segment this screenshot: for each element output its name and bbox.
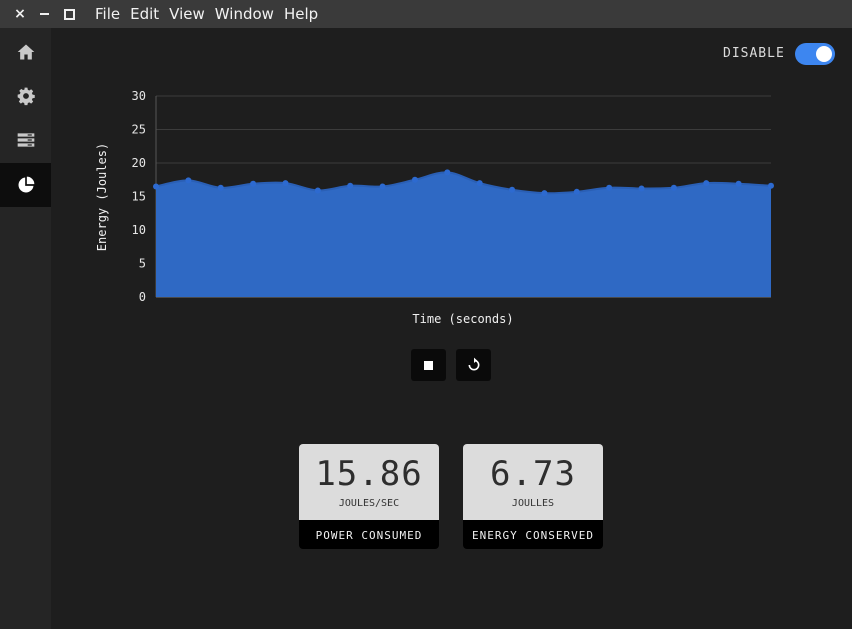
data-point (314, 187, 321, 194)
data-point (606, 184, 613, 191)
sidebar-item-storage[interactable] (0, 118, 51, 162)
data-point (379, 183, 386, 190)
data-point (509, 186, 516, 193)
reset-button[interactable] (456, 349, 491, 381)
power-consumed-unit: JOULES/SEC (338, 498, 400, 509)
y-tick-label: 20 (132, 156, 146, 170)
y-tick-label: 5 (139, 257, 146, 271)
data-point (250, 180, 257, 187)
maximize-window-icon[interactable] (63, 8, 75, 20)
sidebar-item-statistics[interactable] (0, 163, 51, 207)
data-point (185, 177, 192, 184)
energy-conserved-label: ENERGY CONSERVED (463, 520, 603, 549)
sidebar-item-settings[interactable] (0, 74, 51, 118)
menu-view[interactable]: View (169, 5, 205, 23)
data-point (153, 183, 159, 190)
menu-help[interactable]: Help (284, 5, 318, 23)
disable-toggle[interactable] (795, 43, 835, 65)
sidebar-item-home[interactable] (0, 30, 51, 74)
stop-icon (424, 360, 433, 370)
menu-edit[interactable]: Edit (130, 5, 159, 23)
reset-icon (468, 357, 479, 371)
energy-chart: 0 5 10 15 20 25 30 Energy (Joules) Time (secon… (95, 89, 774, 326)
disable-toggle-label: DISABLE (723, 46, 785, 61)
data-point (476, 180, 483, 187)
power-consumed-value: 15.86 (315, 454, 423, 494)
data-point (541, 190, 548, 197)
gear-icon (17, 87, 35, 106)
energy-conserved-card: 6.73 JOULLES ENERGY CONSERVED (463, 444, 603, 549)
stop-button[interactable] (411, 349, 446, 381)
energy-conserved-value: 6.73 (490, 454, 576, 494)
sidebar (0, 28, 51, 629)
y-tick-label: 25 (132, 123, 146, 137)
y-tick-label: 30 (132, 89, 146, 103)
minimize-window-icon[interactable] (38, 8, 50, 20)
chart-x-axis-title: Time (seconds) (412, 312, 513, 326)
data-point (735, 180, 742, 187)
menu-file[interactable]: File (95, 5, 120, 23)
y-tick-label: 10 (132, 223, 146, 237)
data-point (347, 182, 354, 189)
data-point (638, 185, 645, 192)
close-window-icon[interactable]: × (14, 7, 26, 21)
menu-bar: File Edit View Window Help (95, 0, 328, 28)
chart-area-layer (155, 171, 772, 297)
data-point (217, 184, 224, 191)
data-point (282, 180, 289, 187)
data-point (768, 182, 774, 189)
y-tick-label: 0 (139, 290, 146, 304)
data-point (444, 169, 451, 176)
data-point (670, 184, 677, 191)
energy-conserved-unit: JOULLES (511, 498, 555, 509)
home-icon (17, 44, 34, 60)
energy-area (156, 172, 771, 297)
server-icon (17, 133, 34, 147)
power-consumed-label: POWER CONSUMED (299, 520, 439, 549)
chart-y-ticks: 0 5 10 15 20 25 30 (132, 89, 146, 304)
data-point (573, 188, 580, 195)
data-point (411, 176, 418, 183)
data-point (703, 180, 710, 187)
power-consumed-card: 15.86 JOULES/SEC POWER CONSUMED (299, 444, 439, 549)
chart-y-axis-title: Energy (Joules) (95, 143, 109, 251)
pie-chart-icon (18, 176, 34, 193)
menu-window[interactable]: Window (215, 5, 274, 23)
title-bar: × File Edit View Window Help (0, 0, 852, 28)
y-tick-label: 15 (132, 190, 146, 204)
